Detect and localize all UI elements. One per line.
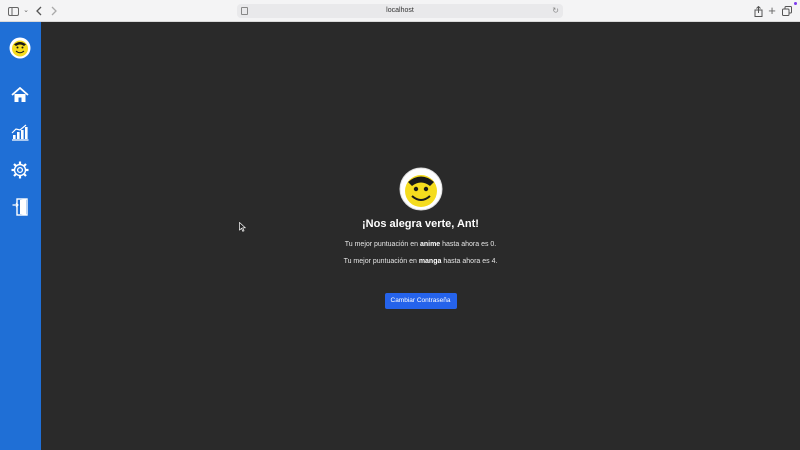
tab-overview-icon[interactable] <box>780 4 794 18</box>
gear-icon <box>11 161 29 179</box>
reload-icon[interactable]: ↻ <box>552 4 559 18</box>
new-tab-icon[interactable]: + <box>765 4 779 18</box>
profile-avatar <box>399 167 443 211</box>
mouse-cursor-icon <box>239 222 246 232</box>
home-icon <box>11 87 29 102</box>
share-icon[interactable] <box>751 4 765 18</box>
sidebar-item-logout[interactable] <box>9 196 31 218</box>
notification-dot <box>794 2 797 5</box>
manga-score-prefix: Tu mejor puntuación en <box>343 258 419 265</box>
bar-chart-icon <box>11 124 29 141</box>
sidebar-avatar[interactable] <box>9 37 31 59</box>
back-arrow-icon[interactable] <box>32 4 46 18</box>
sidebar-item-settings[interactable] <box>9 159 31 181</box>
forward-arrow-icon[interactable] <box>47 4 61 18</box>
url-text[interactable]: localhost <box>237 4 563 18</box>
manga-score-text: Tu mejor puntuación en manga hasta ahora… <box>41 257 800 266</box>
chevron-down-icon[interactable]: ⌄ <box>19 4 33 18</box>
browser-toolbar: ⌄ localhost ↻ + <box>0 0 800 22</box>
anime-score-text: Tu mejor puntuación en anime hasta ahora… <box>41 240 800 249</box>
address-bar[interactable]: localhost ↻ <box>237 4 563 18</box>
manga-score-suffix: hasta ahora es 4. <box>441 258 498 265</box>
anime-category-label: anime <box>419 241 441 248</box>
sidebar-item-home[interactable] <box>9 84 31 106</box>
sidebar <box>0 22 41 450</box>
greeting-heading: ¡Nos alegra verte, Ant! <box>362 218 479 230</box>
anime-score-prefix: Tu mejor puntuación en <box>344 241 420 248</box>
change-password-button[interactable]: Cambiar Contraseña <box>384 293 457 309</box>
main-content: ¡Nos alegra verte, Ant! Tu mejor puntuac… <box>41 22 800 450</box>
profile-panel: ¡Nos alegra verte, Ant! Tu mejor puntuac… <box>41 167 800 309</box>
anime-score-suffix: hasta ahora es 0. <box>440 241 497 248</box>
manga-category-label: manga <box>418 258 442 265</box>
sidebar-toggle-icon[interactable] <box>6 4 20 18</box>
koro-sensei-avatar-icon <box>399 167 442 211</box>
sidebar-item-stats[interactable] <box>9 121 31 143</box>
koro-sensei-avatar-icon <box>9 37 31 59</box>
logout-door-icon <box>12 198 28 216</box>
